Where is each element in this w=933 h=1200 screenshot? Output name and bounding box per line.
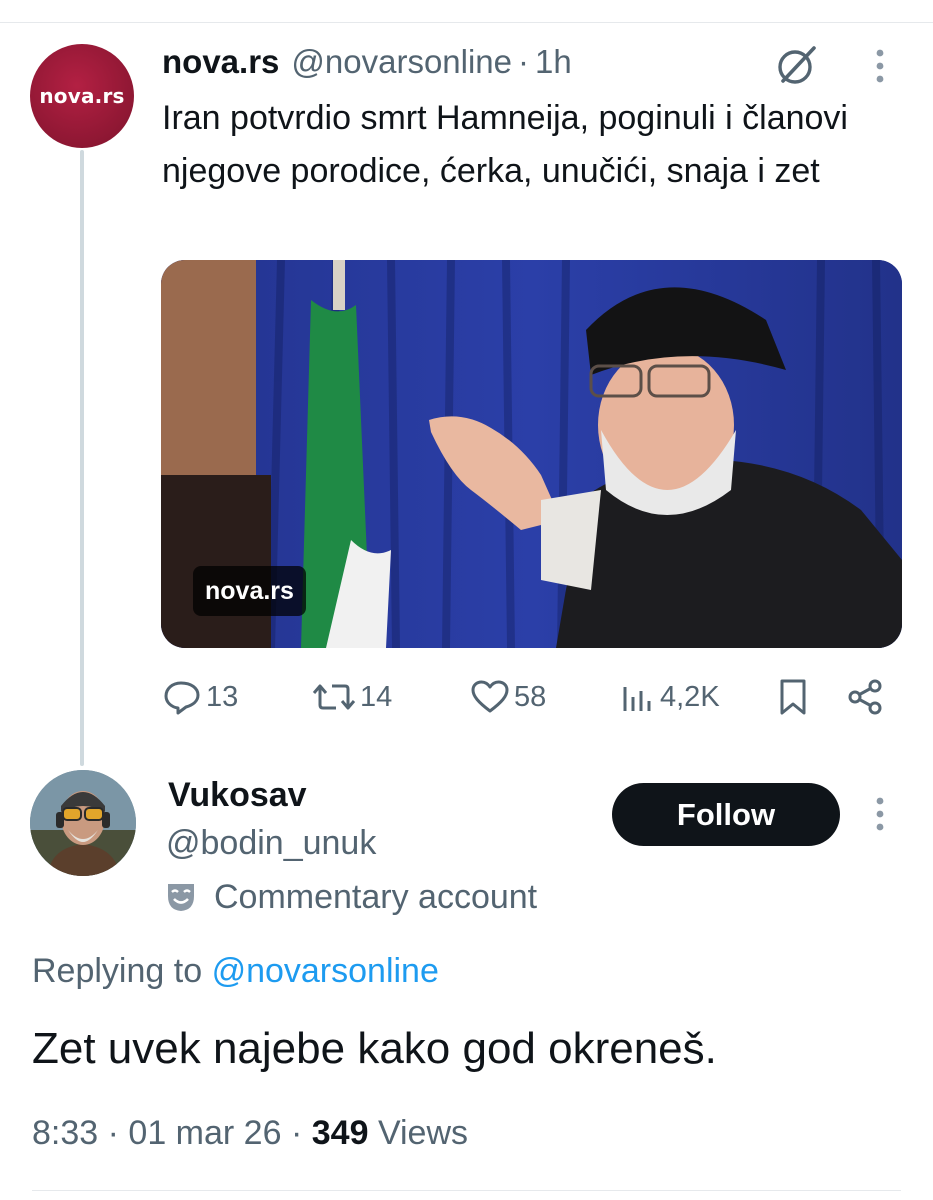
account-label-row: Commentary account [164, 874, 537, 920]
views-button[interactable]: 4,2K [620, 672, 720, 722]
more-icon[interactable] [868, 794, 892, 834]
meta-separator: · [107, 1114, 119, 1152]
replying-to-line: Replying to @novarsonline [32, 952, 439, 991]
avatar-logo-text: nova.rs [39, 84, 125, 108]
commentary-mask-icon [168, 884, 194, 911]
like-button[interactable]: 58 [470, 672, 546, 722]
reply-views-count: 349 [311, 1114, 369, 1152]
parent-timestamp[interactable]: 1h [535, 43, 572, 81]
grok-icon[interactable] [774, 42, 820, 88]
parent-tweet-header: nova.rs @novarsonline · 1h [162, 40, 572, 84]
reply-button[interactable]: 13 [162, 672, 238, 722]
account-label: Commentary account [214, 877, 538, 916]
parent-author-handle[interactable]: @novarsonline [291, 43, 512, 81]
share-button[interactable] [846, 672, 886, 722]
bottom-divider [32, 1190, 901, 1191]
reply-date[interactable]: 01 mar 26 [128, 1114, 281, 1152]
parent-author-name[interactable]: nova.rs [162, 43, 279, 81]
replying-handle-link[interactable]: @novarsonline [212, 952, 439, 990]
share-icon [848, 679, 882, 715]
more-icon[interactable] [868, 46, 892, 86]
header-separator: · [518, 43, 530, 80]
views-count: 4,2K [660, 680, 720, 713]
reply-icon [164, 681, 200, 715]
avatar-vukosav[interactable] [30, 770, 136, 876]
follow-button[interactable]: Follow [612, 783, 840, 846]
media-source-label: nova.rs [193, 566, 306, 616]
reply-meta: 8:33 · 01 mar 26 · 349 Views [32, 1114, 468, 1153]
tweet-media-image[interactable]: nova.rs [161, 260, 902, 648]
bookmark-icon [780, 679, 806, 715]
reply-count: 13 [206, 680, 239, 713]
repost-count: 14 [360, 680, 393, 713]
avatar-nova[interactable]: nova.rs [30, 44, 134, 148]
replying-prefix: Replying to [32, 952, 203, 990]
views-icon [623, 687, 651, 711]
reply-views-label: Views [377, 1114, 469, 1152]
thread-connector-line [80, 150, 84, 766]
reply-time[interactable]: 8:33 [32, 1114, 98, 1152]
reply-author-name[interactable]: Vukosav [168, 776, 307, 815]
parent-tweet-actions: 13 14 58 4,2K [162, 672, 892, 722]
parent-tweet-text: Iran potvrdio smrt Hamneija, poginuli i … [162, 99, 848, 190]
like-count: 58 [514, 680, 547, 713]
top-divider [0, 22, 933, 23]
repost-icon [312, 684, 356, 710]
reply-tweet-text: Zet uvek najebe kako god okreneš. [32, 1024, 717, 1073]
repost-button[interactable]: 14 [312, 672, 392, 722]
reply-author-handle[interactable]: @bodin_unuk [166, 824, 376, 863]
like-icon [471, 680, 509, 713]
avatar-photo [30, 770, 136, 876]
meta-separator: · [290, 1114, 303, 1152]
bookmark-button[interactable] [776, 672, 810, 722]
